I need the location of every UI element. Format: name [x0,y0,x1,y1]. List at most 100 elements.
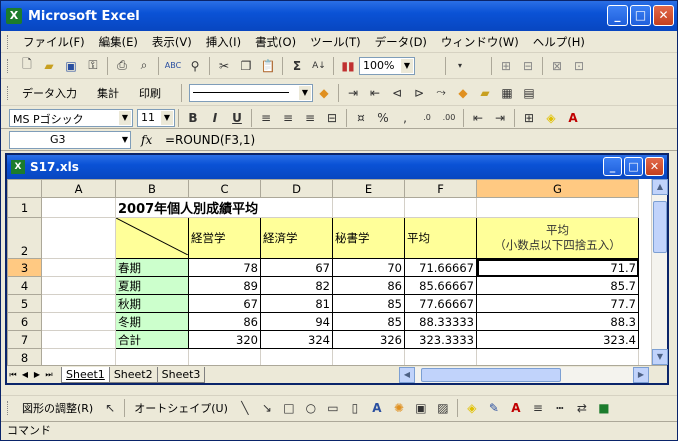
cell-a1[interactable] [41,197,116,218]
line-icon[interactable]: ╲ [235,398,255,418]
outdent-icon[interactable]: ⇤ [365,83,385,103]
cell-f3[interactable]: 71.66667 [404,258,477,277]
save-icon[interactable]: ▣ [61,56,81,76]
cell-f5[interactable]: 77.66667 [404,294,477,313]
cell-f7[interactable]: 323.3333 [404,330,477,349]
folder-icon[interactable]: ▰ [475,83,495,103]
menu-help[interactable]: ヘルプ(H) [526,34,592,50]
cell-f1[interactable] [404,197,477,218]
oval-icon[interactable]: ○ [301,398,321,418]
scroll-right-icon[interactable]: ▶ [633,367,649,383]
cell-b3[interactable]: 春期 [115,258,189,277]
cell-g5[interactable]: 77.7 [476,294,639,313]
cell-f6[interactable]: 88.33333 [404,312,477,331]
wb-restore-button[interactable]: □ [624,157,643,176]
zoom-select[interactable]: 100% ▼ [359,56,415,75]
col-header-g[interactable]: G [476,179,639,198]
col-header-d[interactable]: D [260,179,333,198]
cell-d8[interactable] [260,348,333,365]
tab-sheet3[interactable]: Sheet3 [156,366,206,383]
cell-c8[interactable] [188,348,261,365]
cell-e2[interactable]: 秘書学 [332,217,405,259]
menu-data[interactable]: データ(D) [368,34,434,50]
shape-icon[interactable]: ⊞ [496,56,516,76]
cell-f8[interactable] [404,348,477,365]
row-header-5[interactable]: 5 [7,294,42,313]
error-check-icon[interactable]: ◆ [453,83,473,103]
print-button[interactable]: 印刷 [133,85,167,101]
permission-icon[interactable]: ⚿ [83,56,103,76]
prev-sheet-icon[interactable]: ◀ [19,370,31,379]
cell-c3[interactable]: 78 [188,258,261,277]
cell-d2[interactable]: 経済学 [260,217,333,259]
menu-view[interactable]: 表示(V) [145,34,199,50]
wb-close-button[interactable]: ✕ [645,157,664,176]
align-icon[interactable]: ⊠ [547,56,567,76]
vertical-scroll-thumb[interactable] [653,201,667,253]
line-style-icon[interactable]: ≡ [528,398,548,418]
decrease-decimal-icon[interactable]: .00 [439,108,459,128]
align-left-icon[interactable]: ≡ [256,108,276,128]
open-icon[interactable]: ▰ [39,56,59,76]
chart-wizard-icon[interactable]: ▮▮ [338,56,358,76]
col-header-c[interactable]: C [188,179,261,198]
autosum-icon[interactable]: Σ [287,56,307,76]
print-icon[interactable]: ⎙ [112,56,132,76]
cell-b8[interactable] [115,348,189,365]
cell-d3[interactable]: 67 [260,258,333,277]
cell-a6[interactable] [41,312,116,331]
col-header-b[interactable]: B [115,179,189,198]
textbox-icon[interactable]: ▭ [323,398,343,418]
cell-c4[interactable]: 89 [188,276,261,295]
cell-b1-title[interactable]: 2007年個人別成績平均 [115,197,333,218]
cell-e7[interactable]: 326 [332,330,405,349]
minimize-button[interactable]: _ [607,5,628,26]
spelling-icon[interactable]: ABC [163,56,183,76]
italic-button[interactable]: I [205,108,225,128]
percent-icon[interactable]: % [373,108,393,128]
cell-a2[interactable] [41,217,116,259]
cell-c7[interactable]: 320 [188,330,261,349]
menu-file[interactable]: ファイル(F) [16,34,92,50]
cell-g6[interactable]: 88.3 [476,312,639,331]
font-color-draw-icon[interactable]: A [506,398,526,418]
menu-format[interactable]: 書式(O) [248,34,303,50]
font-size-select[interactable]: 11 ▼ [137,108,175,127]
cell-g2[interactable]: 平均 （小数点以下四捨五入） [476,217,639,259]
tab-sheet2[interactable]: Sheet2 [108,366,158,383]
increase-indent-icon[interactable]: ⇥ [490,108,510,128]
horizontal-scrollbar[interactable]: ◀ ▶ [399,367,649,383]
horizontal-scroll-thumb[interactable] [421,368,561,382]
cell-g3-active[interactable]: 71.7 [476,258,639,277]
align-center-icon[interactable]: ≡ [278,108,298,128]
cell-e6[interactable]: 85 [332,312,405,331]
vertical-scrollbar[interactable]: ▲ ▼ [651,179,668,365]
new-icon[interactable]: 🗋 [17,56,37,76]
cell-b4[interactable]: 夏期 [115,276,189,295]
cell-c2[interactable]: 経営学 [188,217,261,259]
cell-g1[interactable] [476,197,639,218]
next-sheet-icon[interactable]: ▶ [31,370,43,379]
fill-color-icon[interactable]: ◈ [541,108,561,128]
vertical-textbox-icon[interactable]: ▯ [345,398,365,418]
cell-a3[interactable] [41,258,116,277]
toolbar-options-icon[interactable]: ▾ [450,56,470,76]
cell-b7[interactable]: 合計 [115,330,189,349]
increase-decimal-icon[interactable]: .0 [417,108,437,128]
first-sheet-icon[interactable]: ⏮ [7,370,19,380]
font-color-icon[interactable]: A [563,108,583,128]
row-header-1[interactable]: 1 [7,197,42,218]
diagram-icon[interactable]: ✺ [389,398,409,418]
scroll-up-icon[interactable]: ▲ [652,179,668,195]
arrow-icon[interactable]: ↘ [257,398,277,418]
comma-icon[interactable]: , [395,108,415,128]
research-icon[interactable]: ⚲ [185,56,205,76]
line-style-select[interactable]: ▼ [189,83,313,102]
col-header-f[interactable]: F [404,179,477,198]
last-sheet-icon[interactable]: ⏭ [43,370,55,380]
dash-style-icon[interactable]: ┅ [550,398,570,418]
list-icon[interactable]: ▤ [519,83,539,103]
cell-b2-diagonal[interactable] [115,217,189,259]
row-header-2[interactable]: 2 [7,217,42,259]
cell-g7[interactable]: 323.4 [476,330,639,349]
